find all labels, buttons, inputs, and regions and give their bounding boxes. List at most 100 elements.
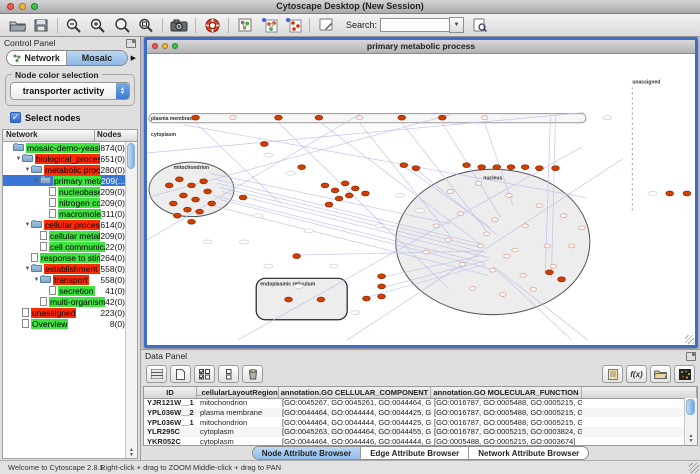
network-node[interactable] [260, 142, 268, 147]
network-node[interactable] [275, 115, 283, 120]
expand-arrow-icon[interactable]: ▼ [15, 156, 22, 162]
tree-row[interactable]: cellular metabo209(0) [3, 230, 126, 241]
table-row[interactable]: YPL036W__2plasma membrane[GO:0044464, GO… [144, 408, 685, 418]
network-node[interactable] [208, 201, 216, 206]
network-panel-icon[interactable] [233, 15, 257, 35]
tree-scrollbar-thumb[interactable] [127, 143, 135, 169]
tree-scrollbar[interactable]: ▲▼ [125, 142, 137, 458]
network-node-unselected[interactable] [536, 204, 542, 208]
tab-mosaic[interactable]: Mosaic [67, 51, 126, 65]
float-panel-icon[interactable] [126, 39, 136, 48]
network-node[interactable] [438, 115, 446, 120]
notes-icon[interactable] [602, 365, 623, 383]
network-node[interactable] [351, 186, 359, 191]
network-node[interactable] [558, 277, 566, 282]
network-node-unselected[interactable] [230, 116, 236, 120]
annotation-icon[interactable] [314, 15, 338, 35]
network-node[interactable] [507, 165, 515, 170]
network-node-unselected[interactable] [560, 214, 566, 218]
network-node[interactable] [478, 165, 486, 170]
attribute-grid-icon[interactable] [146, 365, 167, 383]
select-nodes-checkbox[interactable]: ✓ [10, 112, 21, 123]
network-node[interactable] [400, 163, 408, 168]
network-node-unselected[interactable] [506, 194, 512, 198]
network-node[interactable] [521, 165, 529, 170]
network-node-unselected[interactable] [447, 189, 453, 193]
network-node-unselected[interactable] [457, 212, 463, 216]
matrix-icon[interactable] [674, 365, 695, 383]
network-node[interactable] [331, 188, 339, 193]
table-scrollbar-thumb[interactable] [686, 399, 695, 415]
table-scrollbar[interactable]: ▲▼ [684, 398, 697, 445]
table-row[interactable]: YKR052Ccytoplasm[GO:0044464, GO:0044446,… [144, 437, 685, 446]
network-node-unselected[interactable] [504, 254, 510, 258]
tree-row[interactable]: ▼primary metabo209(... [3, 175, 126, 186]
network-node[interactable] [493, 165, 501, 170]
tab-network[interactable]: Network [7, 51, 67, 65]
column-header[interactable]: ID [144, 387, 197, 398]
network-node[interactable] [169, 201, 177, 206]
network-node[interactable] [378, 274, 386, 279]
network-node[interactable] [412, 166, 420, 171]
network-node[interactable] [196, 209, 204, 214]
network-node-unselected[interactable] [469, 286, 475, 290]
network-node[interactable] [293, 254, 301, 259]
network-node[interactable] [345, 193, 353, 198]
network-node-unselected[interactable] [481, 116, 487, 120]
tree-row[interactable]: Overview8(0) [3, 318, 126, 329]
network-node-unselected[interactable] [544, 244, 550, 248]
delete-attribute-icon[interactable] [242, 365, 263, 383]
network-node-unselected[interactable] [579, 226, 585, 230]
app-resize-grip[interactable] [689, 463, 699, 473]
network-node[interactable] [285, 297, 293, 302]
network-node[interactable] [341, 181, 349, 186]
network-node-unselected[interactable] [423, 250, 429, 254]
network-node-unselected[interactable] [550, 264, 556, 268]
search-dropdown-icon[interactable]: ▼ [449, 17, 464, 33]
table-row[interactable]: YPL036W__1mitochondrion[GO:0044464, GO:0… [144, 417, 685, 427]
network-node[interactable] [188, 183, 196, 188]
tree-row[interactable]: ▼metabolic process280(0) [3, 164, 126, 175]
tree-scrollbar-arrows[interactable]: ▲▼ [126, 448, 137, 458]
table-row[interactable]: YJR121W__1mitochondrion[GO:0045267, GO:0… [144, 398, 685, 408]
network-node[interactable] [298, 165, 306, 170]
expand-arrow-icon[interactable]: ▼ [24, 222, 31, 228]
network-node-unselected[interactable] [459, 262, 465, 266]
search-input[interactable] [380, 18, 449, 32]
zoom-in-icon[interactable] [86, 15, 110, 35]
network-node[interactable] [463, 163, 471, 168]
network-node-unselected[interactable] [445, 238, 451, 242]
zoom-fit-icon[interactable] [110, 15, 134, 35]
tree-row[interactable]: ▼biological_process651(0) [3, 153, 126, 164]
zoom-selected-icon[interactable] [134, 15, 158, 35]
snapshot-camera-icon[interactable] [167, 15, 191, 35]
network-node-unselected[interactable] [477, 244, 483, 248]
tree-row[interactable]: multi-organism pro42(0) [3, 296, 126, 307]
layout-edges-icon[interactable] [281, 15, 305, 35]
network-view-window[interactable]: primary metabolic process nucleusmitocho… [144, 37, 698, 348]
network-node[interactable] [378, 284, 386, 289]
tree-row[interactable]: response to stimul264(0) [3, 252, 126, 263]
network-node-unselected[interactable] [530, 288, 536, 292]
tree-row[interactable]: nucleobase-209(0) [3, 186, 126, 197]
expand-arrow-icon[interactable]: ▼ [33, 277, 40, 283]
expand-arrow-icon[interactable]: ▼ [24, 266, 31, 272]
network-node[interactable] [398, 115, 406, 120]
tree-row[interactable]: ▼cellular process614(0) [3, 219, 126, 230]
network-canvas[interactable]: nucleusmitochondrionplasma membranecytop… [147, 54, 695, 345]
network-node[interactable] [173, 213, 181, 218]
tree-row[interactable]: nitrogen compo209(0) [3, 197, 126, 208]
network-node[interactable] [321, 183, 329, 188]
network-node-unselected[interactable] [500, 293, 506, 297]
expand-arrow-icon[interactable]: ▼ [33, 178, 40, 184]
tree-row[interactable]: ▼establishment of lo558(0) [3, 263, 126, 274]
network-node-unselected[interactable] [512, 248, 518, 252]
column-header[interactable]: _cellularLayoutRegion [197, 387, 279, 398]
tab-node-attribute-browser[interactable]: Node Attribute Browser [253, 447, 362, 459]
network-node[interactable] [165, 183, 173, 188]
tree-row[interactable]: macromolecule311(0) [3, 208, 126, 219]
more-tabs-arrow-icon[interactable]: ▶ [131, 54, 136, 62]
select-attributes-icon[interactable] [194, 365, 215, 383]
import-folder-icon[interactable] [650, 365, 671, 383]
zoom-out-icon[interactable] [62, 15, 86, 35]
